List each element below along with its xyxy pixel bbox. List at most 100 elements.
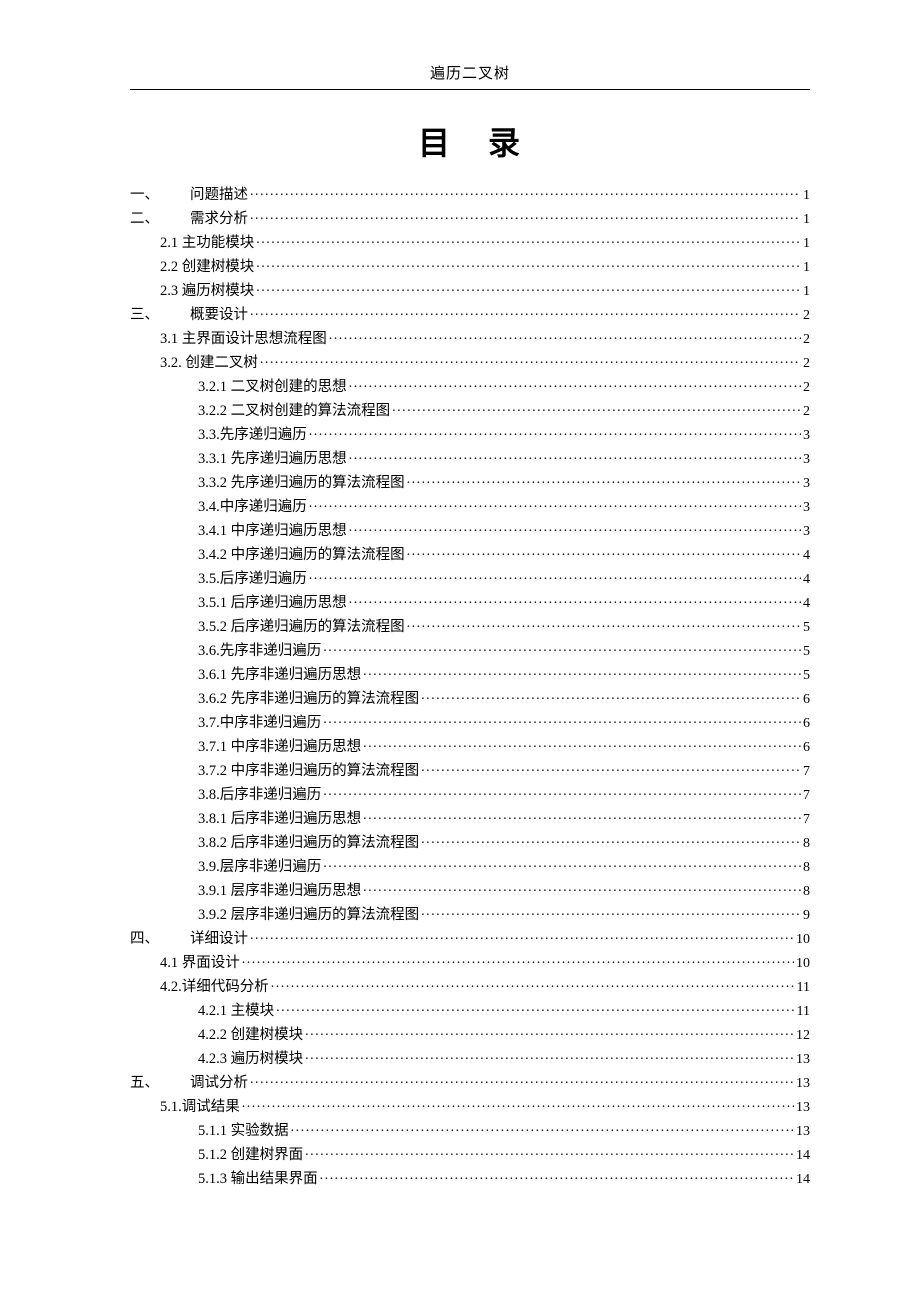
toc-entry[interactable]: 五、调试分析13	[130, 1072, 810, 1091]
toc-leader-dots	[323, 856, 801, 871]
toc-entry-text: 3.4.中序递归遍历	[198, 499, 307, 515]
toc-entry-text: 详细设计	[190, 931, 248, 947]
toc-entry-label: 二、需求分析	[130, 212, 248, 227]
toc-entry[interactable]: 2.1 主功能模块1	[130, 232, 810, 251]
toc-entry-text: 3.8.2 后序非递归遍历的算法流程图	[198, 835, 419, 851]
toc-leader-dots	[349, 376, 801, 391]
toc-leader-dots	[392, 400, 801, 415]
toc-leader-dots	[407, 472, 801, 487]
toc-entry[interactable]: 四、详细设计10	[130, 928, 810, 947]
toc-leader-dots	[276, 1000, 794, 1015]
toc-entry[interactable]: 三、概要设计2	[130, 304, 810, 323]
toc-entry[interactable]: 3.7.1 中序非递归遍历思想 6	[130, 736, 810, 755]
toc-entry-text: 3.9.1 层序非递归遍历思想	[198, 883, 361, 899]
title-char-2: 录	[488, 125, 522, 161]
toc-entry-label: 4.2.详细代码分析	[160, 980, 269, 995]
toc-entry-label: 3.6.先序非递归遍历	[198, 644, 321, 659]
toc-entry[interactable]: 4.2.3 遍历树模块13	[130, 1048, 810, 1067]
toc-leader-dots	[250, 304, 801, 319]
toc-entry[interactable]: 2.2 创建树模块1	[130, 256, 810, 275]
toc-entry[interactable]: 3.6.1 先序非递归遍历思想5	[130, 664, 810, 683]
toc-entry[interactable]: 3.6.先序非递归遍历 5	[130, 640, 810, 659]
toc-entry-text: 3.4.1 中序递归遍历思想	[198, 523, 347, 539]
toc-entry[interactable]: 3.8.1 后序非递归遍历思想7	[130, 808, 810, 827]
toc-leader-dots	[421, 904, 801, 919]
toc-entry-text: 3.3.先序递归遍历	[198, 427, 307, 443]
table-of-contents: 一、问题描述1 二、需求分析1 2.1 主功能模块1 2.2 创建树模块1 2.3 遍历…	[130, 184, 810, 1187]
toc-entry-text: 3.3.2 先序递归遍历的算法流程图	[198, 475, 405, 491]
toc-entry-text: 概要设计	[190, 307, 248, 323]
toc-leader-dots	[349, 448, 801, 463]
toc-leader-dots	[309, 568, 801, 583]
toc-entry-text: 2.1 主功能模块	[160, 235, 254, 251]
toc-entry[interactable]: 4.2.1 主模块11	[130, 1000, 810, 1019]
toc-entry[interactable]: 3.3.1 先序递归遍历思想3	[130, 448, 810, 467]
toc-entry[interactable]: 3.2.1 二叉树创建的思想2	[130, 376, 810, 395]
toc-entry[interactable]: 4.2.2 创建树模块12	[130, 1024, 810, 1043]
toc-entry-label: 3.9.1 层序非递归遍历思想	[198, 884, 361, 899]
page-header: 遍历二叉树	[130, 62, 810, 90]
toc-entry[interactable]: 3.9.层序非递归遍历8	[130, 856, 810, 875]
toc-entry-text: 问题描述	[190, 187, 248, 203]
document-page: 遍历二叉树 目录 一、问题描述1二、需求分析12.1 主功能模块12.2 创建树…	[0, 0, 920, 1252]
toc-entry-label: 4.2.3 遍历树模块	[198, 1052, 303, 1067]
toc-entry[interactable]: 3.5.1 后序递归遍历思想 4	[130, 592, 810, 611]
toc-entry-text: 3.1 主界面设计思想流程图	[160, 331, 327, 347]
toc-leader-dots	[320, 1168, 794, 1183]
toc-entry[interactable]: 3.5.2 后序递归遍历的算法流程图5	[130, 616, 810, 635]
toc-entry[interactable]: 4.2.详细代码分析11	[130, 976, 810, 995]
toc-entry-page: 13	[796, 1125, 810, 1139]
toc-entry-page: 4	[803, 573, 810, 587]
toc-entry[interactable]: 3.3.2 先序递归遍历的算法流程图3	[130, 472, 810, 491]
toc-entry-label: 2.1 主功能模块	[160, 236, 254, 251]
toc-entry[interactable]: 3.2. 创建二叉树2	[130, 352, 810, 371]
toc-entry[interactable]: 3.8.2 后序非递归遍历的算法流程图8	[130, 832, 810, 851]
toc-leader-dots	[363, 880, 801, 895]
toc-leader-dots	[323, 640, 801, 655]
toc-entry-page: 5	[803, 645, 810, 659]
toc-entry[interactable]: 5.1.调试结果13	[130, 1096, 810, 1115]
toc-entry[interactable]: 3.7.2 中序非递归遍历的算法流程图7	[130, 760, 810, 779]
toc-entry[interactable]: 3.5.后序递归遍历 4	[130, 568, 810, 587]
toc-leader-dots	[323, 784, 801, 799]
toc-entry[interactable]: 5.1.2 创建树界面14	[130, 1144, 810, 1163]
toc-entry[interactable]: 3.2.2 二叉树创建的算法流程图2	[130, 400, 810, 419]
toc-entry[interactable]: 3.6.2 先序非递归遍历的算法流程图6	[130, 688, 810, 707]
toc-entry-text: 2.2 创建树模块	[160, 259, 254, 275]
toc-entry-text: 5.1.调试结果	[160, 1099, 240, 1115]
toc-entry-label: 3.1 主界面设计思想流程图	[160, 332, 327, 347]
toc-entry[interactable]: 2.3 遍历树模块1	[130, 280, 810, 299]
toc-entry-label: 四、详细设计	[130, 932, 248, 947]
toc-entry-label: 3.3.先序递归遍历	[198, 428, 307, 443]
toc-entry-page: 3	[803, 501, 810, 515]
toc-entry[interactable]: 3.8.后序非递归遍历7	[130, 784, 810, 803]
toc-entry[interactable]: 3.7.中序非递归遍历6	[130, 712, 810, 731]
toc-entry[interactable]: 一、问题描述1	[130, 184, 810, 203]
toc-entry[interactable]: 3.4.2 中序递归遍历的算法流程图4	[130, 544, 810, 563]
toc-entry[interactable]: 3.1 主界面设计思想流程图2	[130, 328, 810, 347]
toc-entry-page: 4	[803, 597, 810, 611]
toc-leader-dots	[291, 1120, 794, 1135]
toc-entry[interactable]: 5.1.1 实验数据13	[130, 1120, 810, 1139]
toc-entry[interactable]: 二、需求分析1	[130, 208, 810, 227]
toc-entry[interactable]: 3.3.先序递归遍历3	[130, 424, 810, 443]
toc-entry[interactable]: 4.1 界面设计10	[130, 952, 810, 971]
toc-entry-label: 3.7.1 中序非递归遍历思想	[198, 740, 361, 755]
toc-entry[interactable]: 3.9.2 层序非递归遍历的算法流程图9	[130, 904, 810, 923]
toc-entry[interactable]: 3.4.1 中序递归遍历思想3	[130, 520, 810, 539]
toc-entry-label: 3.6.1 先序非递归遍历思想	[198, 668, 361, 683]
toc-entry-page: 7	[803, 789, 810, 803]
toc-entry-page: 6	[803, 741, 810, 755]
toc-entry-text: 3.2.1 二叉树创建的思想	[198, 379, 347, 395]
toc-entry-text: 3.5.1 后序递归遍历思想	[198, 595, 347, 611]
toc-leader-dots	[256, 280, 801, 295]
toc-entry-label: 3.9.2 层序非递归遍历的算法流程图	[198, 908, 419, 923]
toc-leader-dots	[309, 424, 801, 439]
toc-entry[interactable]: 3.4.中序递归遍历 3	[130, 496, 810, 515]
toc-entry-label: 3.5.后序递归遍历	[198, 572, 307, 587]
toc-leader-dots	[250, 1072, 794, 1087]
toc-leader-dots	[242, 1096, 794, 1111]
toc-leader-dots	[421, 832, 801, 847]
toc-entry[interactable]: 5.1.3 输出结果界面14	[130, 1168, 810, 1187]
toc-entry[interactable]: 3.9.1 层序非递归遍历思想8	[130, 880, 810, 899]
